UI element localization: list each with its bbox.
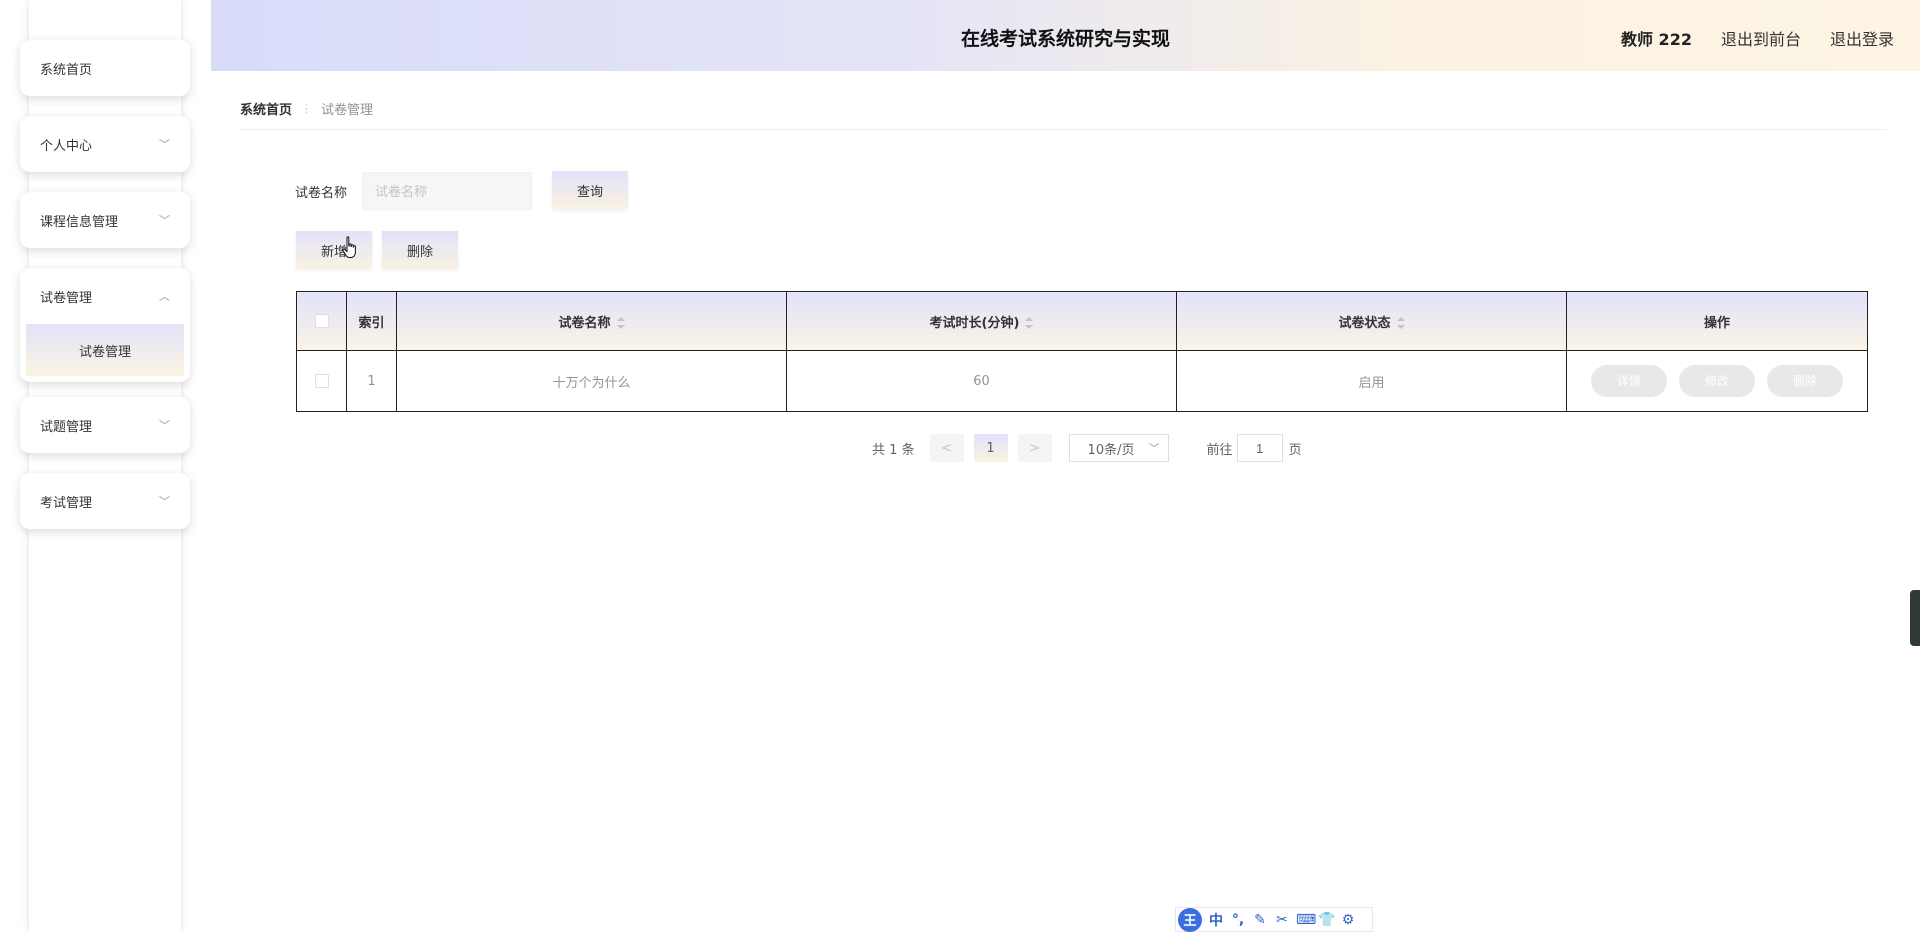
exam-paper-table: 索引 试卷名称 考试时长(分钟) 试卷状态 操作 1 十万个为什么 60 启用 … (296, 291, 1868, 412)
add-button[interactable]: 新增 (296, 231, 372, 269)
page-number[interactable]: 1 (973, 434, 1008, 462)
search-button[interactable]: 查询 (552, 171, 628, 209)
submenu-item-label: 试卷管理 (78, 344, 131, 360)
back-to-front-link[interactable]: 退出到前台 (1721, 26, 1801, 50)
column-header-index: 索引 (346, 291, 397, 351)
sidebar-item-label: 个人中心 (40, 138, 93, 154)
sidebar-item-exam-paper-management[interactable]: 试卷管理 ︿ (20, 268, 190, 324)
pen-icon[interactable]: ✎ (1252, 912, 1268, 928)
sort-icon[interactable] (616, 317, 625, 329)
goto-label: 前往 (1206, 442, 1233, 458)
edit-button[interactable]: 修改 (1679, 365, 1755, 397)
hand-cursor-icon (342, 236, 356, 258)
chevron-down-icon: ﹀ (159, 213, 170, 227)
sidebar-group-exam-paper: 试卷管理 ︿ 试卷管理 (20, 268, 190, 382)
sidebar-item-exam-management[interactable]: 考试管理 ﹀ (20, 473, 190, 529)
header-actions: 教师 222 退出到前台 退出登录 (1621, 26, 1894, 50)
prev-page-button[interactable]: < (929, 434, 964, 462)
column-header-name[interactable]: 试卷名称 (396, 291, 787, 351)
sidebar-item-label: 课程信息管理 (40, 214, 119, 230)
sidebar-item-home[interactable]: 系统首页 (20, 40, 190, 96)
logout-link[interactable]: 退出登录 (1830, 26, 1894, 50)
page-size-value: 10条/页 (1087, 442, 1135, 458)
goto-page-input[interactable] (1236, 434, 1283, 462)
row-select-cell (296, 350, 347, 412)
top-header: 在线考试系统研究与实现 教师 222 退出到前台 退出登录 (211, 0, 1920, 71)
breadcrumb-current: 试卷管理 (321, 103, 374, 118)
select-all-cell (296, 291, 347, 351)
ime-toolbar: 王 中 °, ✎ ✂ ⌨ 👕 ⚙ (1175, 907, 1373, 932)
next-page-button[interactable]: > (1017, 434, 1052, 462)
chevron-down-icon: ﹀ (159, 137, 170, 151)
table-header-row: 索引 试卷名称 考试时长(分钟) 试卷状态 操作 (296, 291, 1868, 351)
chevron-down-icon: ﹀ (1148, 441, 1160, 455)
table-row: 1 十万个为什么 60 启用 详情 修改 删除 (296, 350, 1868, 412)
cell-index: 1 (346, 350, 397, 412)
row-delete-button[interactable]: 删除 (1767, 365, 1844, 397)
sort-icon[interactable] (1025, 317, 1034, 329)
submenu-item-exam-paper-management[interactable]: 试卷管理 (26, 324, 184, 376)
breadcrumb-home[interactable]: 系统首页 (240, 99, 292, 118)
punctuation-icon[interactable]: °, (1230, 912, 1246, 928)
row-checkbox[interactable] (314, 374, 329, 388)
breadcrumb: 系统首页 ⋮ 试卷管理 (240, 99, 373, 118)
app-title: 在线考试系统研究与实现 (961, 28, 1171, 50)
page-size-select[interactable]: 10条/页 ﹀ (1068, 434, 1169, 462)
column-header-duration[interactable]: 考试时长(分钟) (786, 291, 1177, 351)
sidebar-item-label: 系统首页 (40, 62, 93, 78)
column-header-ops: 操作 (1566, 291, 1868, 351)
goto-suffix: 页 (1288, 442, 1302, 458)
sidebar-item-label: 试卷管理 (40, 290, 93, 306)
breadcrumb-separator: ⋮ (301, 102, 313, 115)
sidebar-item-label: 考试管理 (40, 495, 93, 511)
search-label: 试卷名称 (295, 186, 348, 201)
ime-logo-icon[interactable]: 王 (1178, 907, 1202, 932)
detail-button[interactable]: 详情 (1590, 365, 1667, 397)
side-panel-handle[interactable] (1910, 590, 1920, 646)
chevron-up-icon: ︿ (159, 289, 170, 303)
sidebar-item-label: 试题管理 (40, 419, 93, 435)
column-header-label: 操作 (1703, 315, 1730, 331)
breadcrumb-divider (240, 129, 1887, 130)
sort-icon[interactable] (1396, 317, 1405, 329)
cell-duration: 60 (786, 350, 1177, 412)
pagination: 共 1 条 < 1 > 10条/页 ﹀ 前往 页 (872, 434, 1302, 462)
sidebar-item-personal-center[interactable]: 个人中心 ﹀ (20, 116, 190, 172)
column-header-label: 试卷名称 (558, 315, 611, 331)
keyboard-icon[interactable]: ⌨ (1296, 912, 1316, 928)
chevron-down-icon: ﹀ (159, 418, 170, 432)
column-header-status[interactable]: 试卷状态 (1176, 291, 1567, 351)
skin-icon[interactable]: 👕 (1318, 912, 1335, 928)
delete-button[interactable]: 删除 (382, 231, 458, 269)
chevron-down-icon: ﹀ (159, 494, 170, 508)
column-header-label: 试卷状态 (1338, 315, 1391, 331)
select-all-checkbox[interactable] (314, 314, 329, 328)
current-user: 教师 222 (1620, 30, 1692, 49)
total-count: 共 1 条 (872, 442, 915, 458)
column-header-label: 索引 (358, 315, 385, 331)
cell-status: 启用 (1176, 350, 1567, 412)
search-input[interactable] (362, 172, 532, 210)
column-header-label: 考试时长(分钟) (929, 315, 1020, 331)
sidebar-item-question-management[interactable]: 试题管理 ﹀ (20, 397, 190, 453)
chinese-mode-icon[interactable]: 中 (1208, 910, 1224, 930)
settings-icon[interactable]: ⚙ (1340, 912, 1356, 928)
cell-name: 十万个为什么 (396, 350, 787, 412)
scissors-icon[interactable]: ✂ (1274, 912, 1290, 928)
cell-ops: 详情 修改 删除 (1566, 350, 1868, 412)
sidebar-item-course-management[interactable]: 课程信息管理 ﹀ (20, 192, 190, 248)
